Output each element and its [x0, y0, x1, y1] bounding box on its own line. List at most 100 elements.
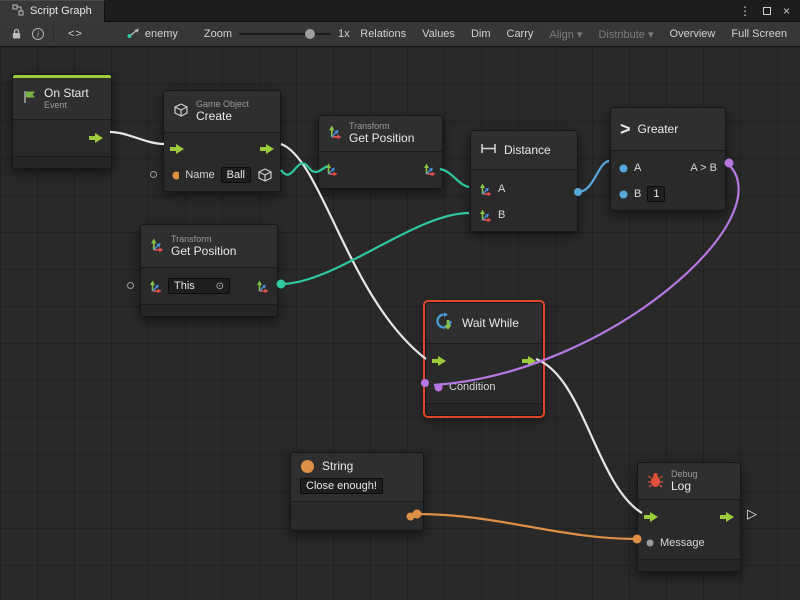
cube-icon	[173, 103, 189, 121]
zoom-value: 1x	[338, 28, 350, 40]
port-label: B	[634, 188, 641, 200]
wire-waitwhile-log	[536, 359, 642, 513]
flow-in-port[interactable]	[644, 512, 658, 522]
position-out-port[interactable]	[423, 163, 436, 176]
menu-icon[interactable]: ⋮	[739, 4, 751, 18]
flow-out-port[interactable]	[522, 356, 536, 366]
graph-asset-name: enemy	[145, 28, 178, 40]
titlebar: Script Graph ⋮ ×	[0, 0, 800, 22]
wire-distance-greater	[578, 161, 609, 192]
tab-script-graph[interactable]: Script Graph	[0, 0, 105, 22]
zoom-label: Zoom	[204, 28, 232, 40]
flow-out-port[interactable]	[260, 144, 274, 154]
node-greater[interactable]: > Greater A A > B B 1	[610, 107, 726, 211]
condition-port[interactable]	[434, 383, 443, 392]
toolbar-separator	[53, 26, 54, 42]
node-title: Get Position	[349, 131, 414, 145]
b-value-input[interactable]: 1	[647, 186, 665, 202]
message-port[interactable]	[646, 539, 654, 547]
node-wait-while[interactable]: Wait While Condition	[425, 302, 543, 416]
name-port[interactable]	[172, 171, 179, 180]
transform-in-port[interactable]	[325, 163, 338, 176]
chevron-down-icon: ▾	[648, 29, 654, 41]
node-category: Game Object	[196, 99, 249, 109]
transform-in-port[interactable]	[149, 280, 162, 293]
node-title: Log	[671, 479, 698, 493]
node-title: Greater	[638, 122, 679, 136]
string-value-input[interactable]: Close enough!	[300, 478, 383, 494]
flag-icon	[22, 89, 37, 107]
values-button[interactable]: Values	[414, 25, 463, 43]
bug-icon	[647, 472, 664, 491]
dim-button[interactable]: Dim	[463, 25, 499, 43]
object-picker-icon[interactable]: ⊙	[216, 281, 224, 292]
maximize-icon[interactable]	[763, 4, 771, 18]
game-object-out-port[interactable]	[257, 168, 272, 182]
node-footer	[638, 559, 740, 571]
unconnected-port-ring	[127, 282, 134, 289]
wait-while-icon	[435, 312, 455, 335]
node-category: Transform	[349, 121, 414, 131]
wire-onstart-create	[110, 132, 164, 144]
node-get-position-a[interactable]: Transform Get Position	[318, 115, 443, 189]
port-label: Condition	[449, 381, 495, 393]
close-icon[interactable]: ×	[783, 4, 790, 18]
node-title: Wait While	[462, 316, 519, 330]
play-marker-icon: ▷	[747, 506, 757, 522]
lock-icon[interactable]	[5, 25, 27, 44]
b-input-port[interactable]	[619, 190, 628, 199]
flow-in-port[interactable]	[170, 144, 184, 154]
node-title: Create	[196, 109, 249, 123]
node-string[interactable]: String Close enough!	[290, 452, 424, 531]
node-create[interactable]: Game Object Create Name Ball	[163, 90, 281, 192]
node-distance[interactable]: Distance A B	[470, 130, 578, 232]
vector-b-port[interactable]	[479, 209, 492, 222]
carry-button[interactable]: Carry	[499, 25, 542, 43]
vector-a-port[interactable]	[479, 183, 492, 196]
node-footer	[426, 403, 542, 415]
graph-canvas[interactable]: On Start Event Game Object Create	[0, 47, 800, 600]
wire-getposition-distance-a	[440, 169, 469, 187]
chevron-down-icon: ▾	[577, 29, 583, 41]
fullscreen-button[interactable]: Full Screen	[723, 25, 795, 43]
ruler-icon	[480, 142, 497, 158]
script-graph-icon	[12, 4, 24, 19]
port-label: A	[498, 183, 505, 195]
align-dropdown[interactable]: Align ▾	[541, 25, 590, 44]
node-get-position-b[interactable]: Transform Get Position This ⊙	[140, 224, 278, 317]
result-label: A > B	[690, 162, 717, 174]
transform-icon	[328, 125, 342, 142]
name-input[interactable]: Ball	[221, 167, 251, 183]
string-out-port[interactable]	[406, 512, 415, 521]
zoom-slider[interactable]	[239, 33, 331, 35]
port-label: Message	[660, 537, 705, 549]
transform-icon	[150, 238, 164, 255]
flow-in-port[interactable]	[432, 356, 446, 366]
distribute-dropdown[interactable]: Distribute ▾	[590, 25, 661, 44]
node-category: Debug	[671, 469, 698, 479]
relations-button[interactable]: Relations	[352, 25, 414, 43]
flow-out-port[interactable]	[720, 512, 734, 522]
node-title: Get Position	[171, 244, 236, 258]
node-log[interactable]: Debug Log Message	[637, 462, 741, 572]
target-input[interactable]: This ⊙	[168, 278, 230, 294]
node-footer	[13, 156, 111, 168]
flow-out-port[interactable]	[89, 133, 103, 143]
graph-toolbar: i <> enemy Zoom 1x Relations Values Dim …	[0, 22, 800, 47]
code-view-button[interactable]: <>	[58, 26, 93, 42]
wire-getposition-distance-b	[281, 213, 469, 284]
node-title: On Start	[44, 86, 89, 100]
string-icon	[300, 459, 315, 474]
port-label: A	[634, 162, 641, 174]
graph-asset-chip[interactable]: enemy	[127, 27, 178, 42]
zoom-control: Zoom 1x	[204, 28, 350, 40]
position-out-port[interactable]	[256, 280, 269, 293]
info-icon[interactable]: i	[27, 25, 49, 44]
unconnected-port-ring	[150, 171, 157, 178]
a-input-port[interactable]	[619, 164, 628, 173]
node-title: Distance	[504, 143, 551, 157]
node-on-start[interactable]: On Start Event	[12, 74, 112, 169]
overview-button[interactable]: Overview	[662, 25, 724, 43]
zoom-slider-handle[interactable]	[305, 29, 315, 39]
wire-string-message	[417, 514, 637, 539]
